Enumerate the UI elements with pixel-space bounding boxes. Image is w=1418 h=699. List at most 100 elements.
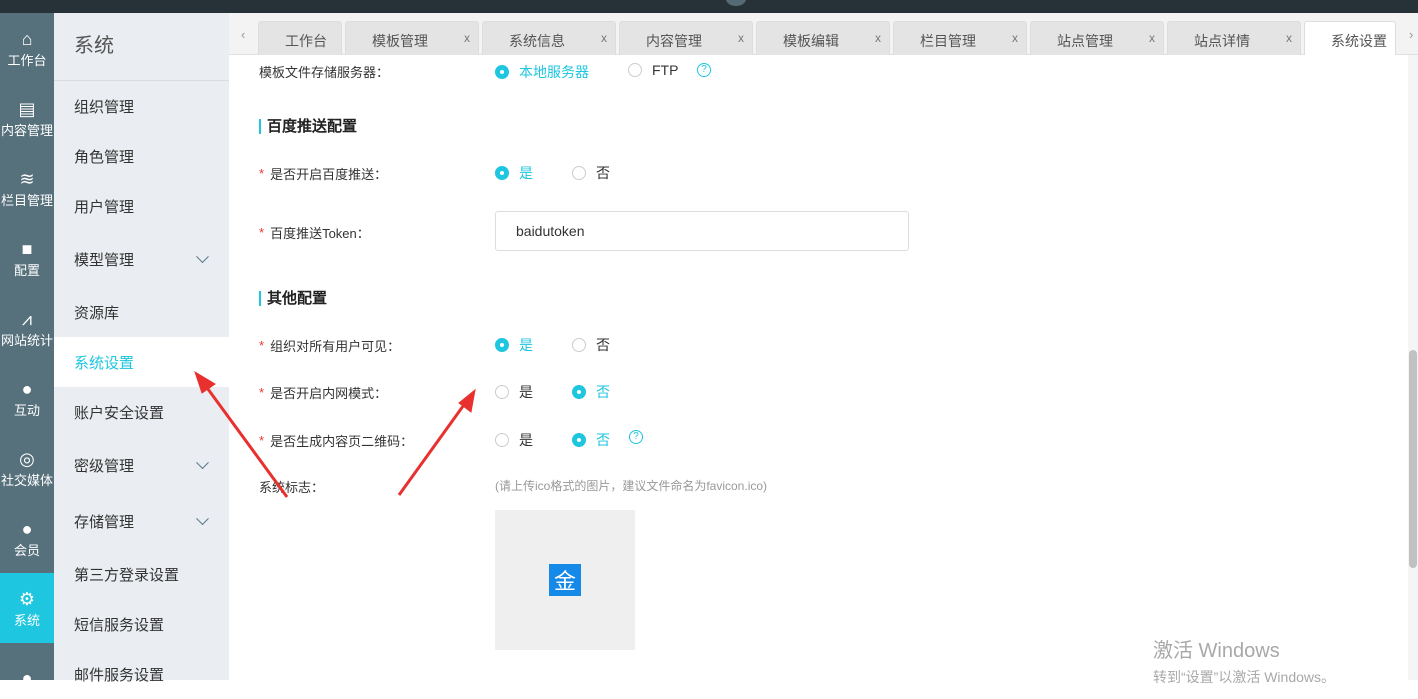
submenu-title: 系统 <box>54 13 229 81</box>
submenu-item[interactable]: 组织管理 <box>54 81 229 131</box>
qrcode-yes[interactable]: 是 <box>495 430 533 450</box>
nav-document[interactable]: ▤ 内容管理 <box>0 83 54 153</box>
tab-bar: ‹ › 工作台 模板管理 x 系统信息 x 内容管理 x 模板编辑 x 栏目管理 x 站点管理 x 站点详… <box>229 13 1418 55</box>
submenu-item[interactable]: 短信服务设置 <box>54 599 229 649</box>
submenu-item[interactable]: 模型管理 <box>54 231 229 287</box>
nav-member[interactable]: ● 会员 <box>0 503 54 573</box>
favicon-label: 系统标志： <box>259 480 325 495</box>
submenu-label: 第三方登录设置 <box>74 566 180 584</box>
close-icon[interactable]: x <box>875 31 881 45</box>
member-icon: ● <box>21 518 33 539</box>
submenu-label: 邮件服务设置 <box>74 666 165 684</box>
org-visible-label: * 组织对所有用户可见： <box>259 338 401 354</box>
close-icon[interactable]: x <box>1012 31 1018 45</box>
social-icon: ◎ <box>19 448 35 469</box>
org-visible-no[interactable]: 否 <box>572 335 610 355</box>
qrcode-label: * 是否生成内容页二维码： <box>259 433 414 449</box>
submenu-item[interactable]: 存储管理 <box>54 493 229 549</box>
icon-sidebar: ⌂ 工作台 ▤ 内容管理 ≋ 栏目管理 ■ 配置 ⩘ 网站统计 ● 互动 ◎ 社交媒体 ● 会员 ⚙ 系统 ● <box>0 13 54 680</box>
org-visible-yes[interactable]: 是 <box>495 335 533 355</box>
submenu-item[interactable]: 第三方登录设置 <box>54 549 229 599</box>
submenu-label: 密级管理 <box>74 457 135 475</box>
home-icon: ⌂ <box>21 28 33 49</box>
nav-label: 社交媒体 <box>0 472 53 488</box>
tab-label: 站点详情 <box>1194 33 1250 49</box>
favicon-hint: (请上传ico格式的图片，建议文件命名为favicon.ico) <box>495 479 768 493</box>
close-icon[interactable]: x <box>601 31 607 45</box>
section-other: 其他配置 <box>259 291 327 306</box>
chevron-down-icon <box>196 512 209 526</box>
close-icon[interactable]: x <box>1149 31 1155 45</box>
baidu-push-no[interactable]: 否 <box>572 163 610 183</box>
tab[interactable]: 系统信息 x <box>482 21 616 55</box>
scrollbar-thumb[interactable] <box>1409 350 1417 568</box>
layers-icon: ≋ <box>19 168 35 189</box>
nav-social[interactable]: ◎ 社交媒体 <box>0 433 54 503</box>
submenu-item[interactable]: 角色管理 <box>54 131 229 181</box>
document-icon: ▤ <box>18 98 36 119</box>
submenu-item[interactable]: 密级管理 <box>54 437 229 493</box>
submenu-item[interactable]: 资源库 <box>54 287 229 337</box>
nav-label: 互动 <box>13 402 40 418</box>
tabs-prev-icon[interactable]: ‹ <box>241 27 245 42</box>
qrcode-no[interactable]: 否 <box>572 430 610 450</box>
nav-box[interactable]: ■ 配置 <box>0 223 54 293</box>
help-icon[interactable]: ? <box>697 63 711 77</box>
radio-label: FTP <box>652 62 679 78</box>
section-baidu: 百度推送配置 <box>259 119 357 134</box>
submenu-label: 账户安全设置 <box>74 404 165 422</box>
favicon-upload[interactable]: 金 <box>495 510 635 650</box>
tab-label: 工作台 <box>285 33 327 49</box>
intranet-yes[interactable]: 是 <box>495 382 533 402</box>
watermark-line2: 转到“设置”以激活 Windows。 <box>1153 669 1336 685</box>
chevron-down-icon <box>196 456 209 470</box>
tab[interactable]: 站点详情 x <box>1167 21 1301 55</box>
submenu-item[interactable]: 系统设置 <box>54 337 229 387</box>
nav-label: 工作台 <box>7 52 47 68</box>
submenu-item[interactable]: 账户安全设置 <box>54 387 229 437</box>
radio-label: 本地服务器 <box>519 64 589 80</box>
tab[interactable]: 系统设置 <box>1304 21 1396 55</box>
tab[interactable]: 内容管理 x <box>619 21 753 55</box>
submenu-label: 短信服务设置 <box>74 616 165 634</box>
tab[interactable]: 模板管理 x <box>345 21 479 55</box>
nav-label: 网站统计 <box>0 332 53 348</box>
close-icon[interactable]: x <box>738 31 744 45</box>
nav-support[interactable]: ● <box>0 643 54 680</box>
baidu-push-yes[interactable]: 是 <box>495 163 533 183</box>
close-icon[interactable]: x <box>1286 31 1292 45</box>
intranet-label: * 是否开启内网模式： <box>259 385 388 401</box>
box-icon: ■ <box>21 238 33 259</box>
nav-home[interactable]: ⌂ 工作台 <box>0 13 54 83</box>
nav-chart[interactable]: ⩘ 网站统计 <box>0 293 54 363</box>
close-icon[interactable]: x <box>464 31 470 45</box>
help-icon[interactable]: ? <box>629 430 643 444</box>
nav-label: 内容管理 <box>0 122 53 138</box>
tab-label: 模板编辑 <box>783 33 839 49</box>
avatar[interactable] <box>726 0 746 6</box>
tab[interactable]: 栏目管理 x <box>893 21 1027 55</box>
tab-label: 站点管理 <box>1057 33 1113 49</box>
submenu-item[interactable]: 邮件服务设置 <box>54 649 229 699</box>
tab-label: 内容管理 <box>646 33 702 49</box>
intranet-no[interactable]: 否 <box>572 382 610 402</box>
submenu-label: 模型管理 <box>74 251 135 269</box>
radio-ftp[interactable]: FTP <box>628 62 678 78</box>
radio-local-server[interactable]: 本地服务器 <box>495 62 589 82</box>
baidu-token-input[interactable] <box>495 211 909 251</box>
submenu-item[interactable]: 用户管理 <box>54 181 229 231</box>
watermark-line1: 激活 Windows <box>1153 640 1280 662</box>
tab[interactable]: 工作台 <box>258 21 342 55</box>
tab-label: 系统信息 <box>509 33 565 49</box>
nav-gear[interactable]: ⚙ 系统 <box>0 573 54 643</box>
settings-form: 模板文件存储服务器： 本地服务器 FTP ? 百度推送配置 * 是否开启百度推送：… <box>229 55 1408 680</box>
submenu-label: 用户管理 <box>74 198 135 216</box>
nav-chat[interactable]: ● 互动 <box>0 363 54 433</box>
support-icon: ● <box>21 668 33 680</box>
tab[interactable]: 模板编辑 x <box>756 21 890 55</box>
nav-layers[interactable]: ≋ 栏目管理 <box>0 153 54 223</box>
tab[interactable]: 站点管理 x <box>1030 21 1164 55</box>
tabs-next-icon[interactable]: › <box>1409 27 1413 42</box>
gear-icon: ⚙ <box>18 588 36 609</box>
scrollbar[interactable] <box>1408 55 1418 680</box>
